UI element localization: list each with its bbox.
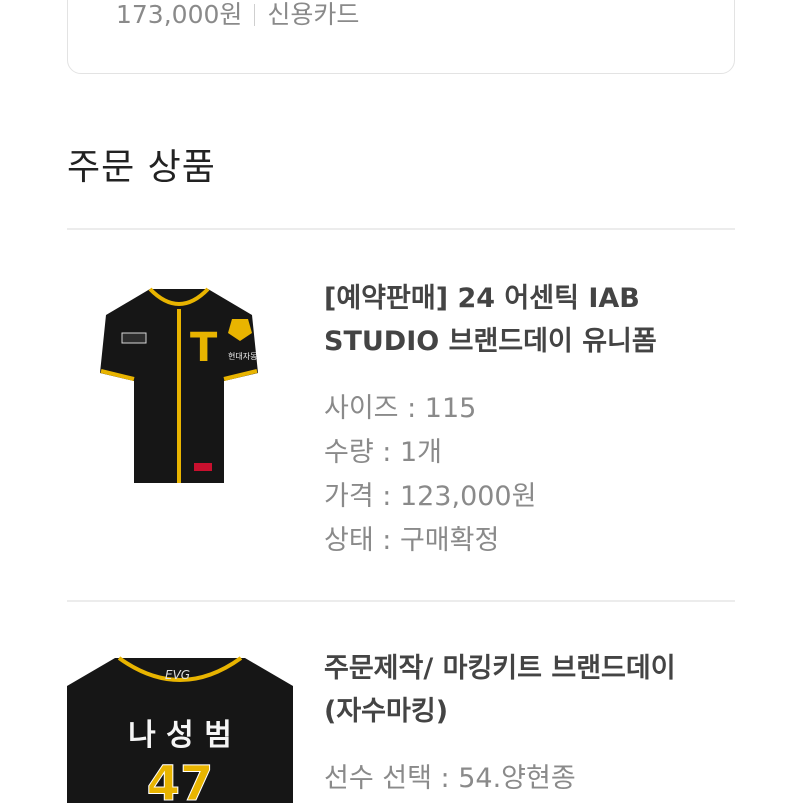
section-divider: [67, 228, 735, 230]
product-image-marking-kit[interactable]: EVG 나 성 범 47: [67, 650, 293, 803]
attr-label: 사이즈: [324, 393, 399, 424]
item-title[interactable]: 주문제작/ 마킹키트 브랜드데이 (자수마킹): [324, 647, 744, 733]
attr-label: 수량: [324, 437, 374, 468]
attr-label: 상태: [324, 525, 374, 556]
item-title-line2: (자수마킹): [324, 696, 449, 727]
attr-value: 1개: [399, 437, 442, 468]
player-name: 나 성 범: [128, 718, 232, 753]
attr-value: 구매확정: [399, 525, 500, 556]
payment-summary-card: 173,000원 신용카드: [67, 0, 735, 74]
player-number: 47: [147, 756, 214, 803]
attr-label: 선수 선택: [324, 763, 432, 794]
payment-method: 신용카드: [267, 0, 360, 29]
payment-summary-line: 173,000원 신용카드: [116, 0, 359, 31]
attr-size: 사이즈 : 115: [324, 393, 477, 424]
attr-quantity: 수량 : 1개: [324, 437, 442, 468]
attr-price: 가격 : 123,000원: [324, 481, 537, 512]
attr-player: 선수 선택 : 54.양현종: [324, 763, 576, 794]
attr-value: 115: [424, 393, 477, 424]
sleeve-text: 현대자동: [228, 352, 257, 361]
attr-label: 가격: [324, 481, 374, 512]
payment-amount: 173,000원: [116, 0, 243, 29]
chest-logo: T: [190, 325, 218, 371]
attr-value: 123,000원: [399, 481, 537, 512]
brand-mark: EVG: [165, 668, 190, 682]
attr-value: 54.양현종: [458, 763, 576, 794]
item-title-line1: 주문제작/ 마킹키트 브랜드데이: [324, 653, 676, 684]
product-image-jersey[interactable]: T 현대자동: [100, 283, 258, 487]
item-title-line1: [예약판매] 24 어센틱 IAB: [324, 283, 640, 314]
section-title: 주문 상품: [67, 147, 216, 188]
summary-separator: [254, 4, 256, 26]
item-divider: [67, 600, 735, 602]
item-title-line2: STUDIO 브랜드데이 유니폼: [324, 326, 657, 357]
item-title[interactable]: [예약판매] 24 어센틱 IAB STUDIO 브랜드데이 유니폼: [324, 277, 744, 363]
attr-status: 상태 : 구매확정: [324, 525, 500, 556]
